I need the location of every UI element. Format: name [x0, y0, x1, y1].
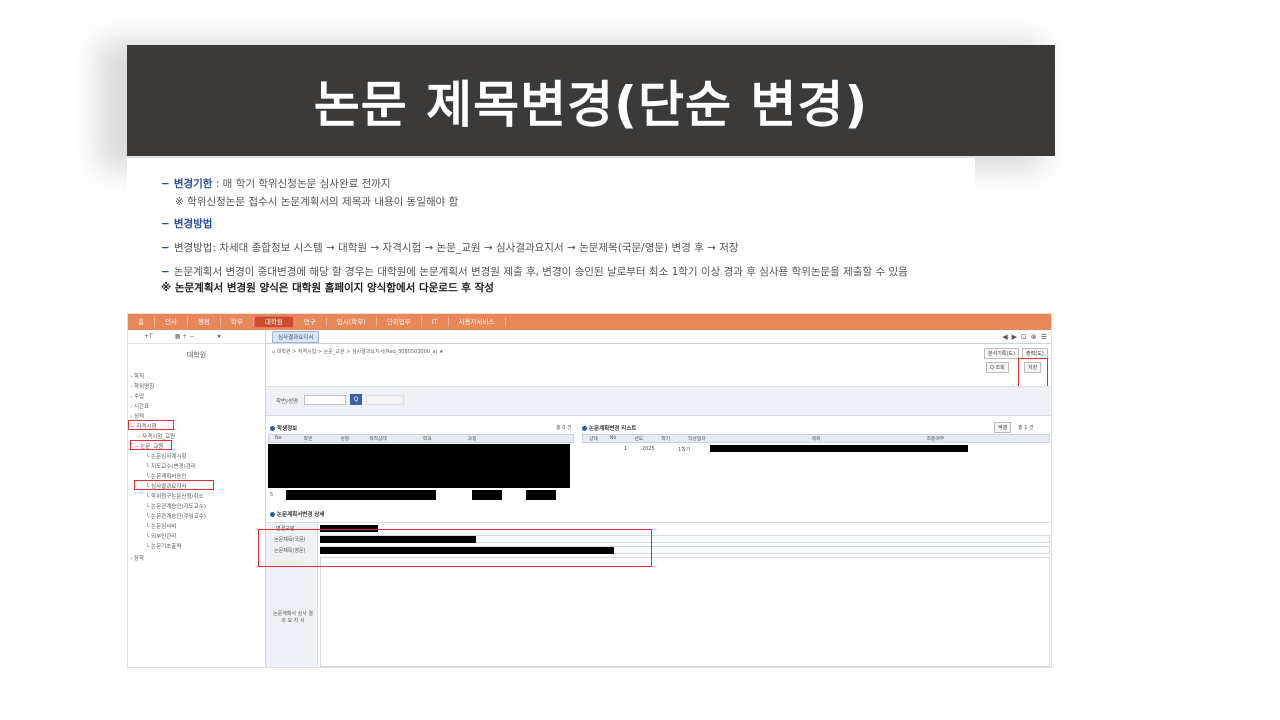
- highlight-qualifying-exam: [128, 420, 174, 430]
- tree-expand-button[interactable]: ▦ + −: [175, 333, 195, 340]
- redacted-student-row: [286, 490, 436, 500]
- col-student-id: 학번: [303, 437, 313, 442]
- tree-item-thesis-exam[interactable]: └ 논문심사계시험: [146, 452, 186, 460]
- breadcrumb: ⌂ 대학원 > 자격시험 > 논문_교원 > 심사결과요지서(Req_30805…: [272, 349, 444, 355]
- plan-row-year: 2025: [642, 446, 655, 452]
- highlight-review-summary: [134, 480, 214, 490]
- note-deadline: − 변경기한 : 매 학기 학위신청논문 심사완료 전까지: [161, 178, 391, 190]
- search-bar: 학번/성명 Q: [266, 386, 1051, 416]
- tree-item-external[interactable]: └ 외부인관리: [146, 532, 176, 540]
- tab-bar: 심사결과요지서: [266, 330, 1051, 344]
- section-bullet-icon: [270, 426, 275, 431]
- search-input[interactable]: [304, 395, 346, 405]
- note-form-download: ※ 논문계획서 변경원 양식은 대학원 홈페이지 양식함에서 다운로드 후 작성: [161, 282, 494, 294]
- tree-item-thesis-print[interactable]: └ 논문기초출력: [146, 542, 181, 550]
- col-written-date: 작성일자: [688, 437, 706, 442]
- highlight-thesis-faculty: [130, 440, 172, 450]
- menu-undergrad[interactable]: 학부: [221, 317, 254, 327]
- tree-item-thesis-request[interactable]: └ 학위청구논문신청/취소: [146, 492, 204, 500]
- download-button[interactable]: 분석기록(도): [984, 348, 1019, 359]
- sidebar-toolbar: +T ▦ + − ★: [128, 330, 265, 344]
- redacted-student-rows: [268, 444, 570, 488]
- favorite-star-icon[interactable]: ★: [216, 333, 221, 340]
- tree-item-review-fee[interactable]: └ 논문심사비: [146, 522, 176, 530]
- col-department: 학과: [422, 437, 432, 442]
- col-status: 학적상태: [369, 437, 387, 442]
- col-final: 최종여부: [926, 437, 945, 442]
- tree-item-advisor-change[interactable]: └ 지도교수(변경)관리: [146, 462, 196, 470]
- redacted-student-cell-2: [526, 490, 556, 500]
- tree-item-degree-name[interactable]: › 학위명칭: [130, 382, 154, 390]
- menu-user-service[interactable]: 사용자서비스: [449, 317, 506, 327]
- prev-tab-icon[interactable]: ◀: [1002, 333, 1007, 341]
- top-menu: 홈 인사 행정 학부 대학원 연구 입시(학부) 단위업무 IT 사용자서비스: [128, 314, 1051, 330]
- instruction-notes: − 변경기한 : 매 학기 학위신청논문 심사완료 전까지 ※ 학위신청논문 접수…: [127, 158, 975, 298]
- plan-count: 총 1 건: [1018, 425, 1034, 431]
- plan-row-no: 1: [624, 446, 628, 452]
- plan-grid-header: 상태 No 년도 학기 작성일자 제목 최종여부: [582, 434, 1050, 443]
- highlight-title-fields: [258, 529, 652, 567]
- section-bullet-icon: [270, 512, 275, 517]
- tree-item-scholarship[interactable]: › 장학: [130, 554, 144, 562]
- close-all-icon[interactable]: ⊗: [1031, 333, 1037, 341]
- menu-research[interactable]: 연구: [294, 317, 327, 327]
- slide-title-banner: 논문 제목변경(단순 변경): [127, 45, 1055, 156]
- menu-graduate[interactable]: 대학원: [253, 316, 294, 328]
- tree-item-approval-advisor[interactable]: └ 논문관계승인(지도교수): [146, 502, 206, 510]
- next-tab-icon[interactable]: ▶: [1012, 333, 1017, 341]
- menu-home[interactable]: 홈: [128, 317, 155, 327]
- note-method-path: − 변경방법: 차세대 종합정보 시스템 → 대학원 → 자격시험 → 논문_교원…: [161, 242, 739, 254]
- review-summary-textarea[interactable]: [320, 557, 1050, 667]
- redacted-plan-row: [710, 445, 968, 452]
- menu-icon[interactable]: ☰: [1041, 333, 1047, 341]
- col-course: 과정: [467, 437, 477, 442]
- note-method-heading: − 변경방법: [161, 218, 213, 230]
- sidebar: +T ▦ + − ★ 대학원 › 학적 › 학위명칭 › 수업 › 시간표 › …: [128, 330, 266, 667]
- tree-item-qualifying-exam-faculty[interactable]: › 자격시험_교원: [138, 432, 175, 440]
- col-title: 제목: [811, 437, 821, 442]
- menu-hr[interactable]: 인사: [155, 317, 188, 327]
- note-major-change: − 논문계획서 변경이 중대변경에 해당 할 경우는 대학원에 논문계획서 변경원…: [161, 266, 908, 278]
- search-icon[interactable]: Q: [350, 394, 362, 405]
- tree-item-plan-approval[interactable]: └ 논문계획서승인: [146, 472, 186, 480]
- font-size-button[interactable]: +T: [144, 333, 153, 340]
- review-summary-side-label: 논문계획서 심사 결과 요 지 서: [273, 611, 313, 624]
- menu-unit-work[interactable]: 단위업무: [377, 317, 422, 327]
- window-controls: ◀ ▶ ⊡ ⊗ ☰: [1002, 333, 1047, 341]
- col-semester: 학기: [661, 437, 671, 442]
- excel-button[interactable]: 엑셀: [994, 422, 1012, 433]
- tree-item-classes[interactable]: › 수업: [130, 392, 144, 400]
- app-screenshot: 홈 인사 행정 학부 대학원 연구 입시(학부) 단위업무 IT 사용자서비스 …: [127, 313, 1052, 668]
- col-state: 상태: [589, 437, 598, 442]
- slide-title: 논문 제목변경(단순 변경): [313, 75, 869, 134]
- student-section-title: 학생정보: [270, 424, 297, 432]
- tree-item-grades[interactable]: › 성적: [130, 412, 144, 420]
- plan-row-semester: 1학기: [678, 447, 691, 453]
- tab-review-summary[interactable]: 심사결과요지서: [272, 330, 320, 343]
- search-button[interactable]: Q 조회: [986, 362, 1009, 373]
- main-panel: 심사결과요지서 ◀ ▶ ⊡ ⊗ ☰ ⌂ 대학원 > 자격시험 > 논문_교원 >…: [258, 330, 1051, 667]
- menu-it[interactable]: IT: [422, 317, 449, 327]
- student-row-no: 5: [270, 492, 274, 498]
- detail-section-title: 논문계획서변경 상세: [270, 510, 324, 518]
- plan-section-title: 논문계획변경 리스트: [582, 424, 636, 432]
- maximize-icon[interactable]: ⊡: [1021, 333, 1027, 341]
- search-label: 학번/성명: [276, 399, 299, 405]
- student-grid-header: No 학번 성명 학적상태 학과 과정: [268, 434, 574, 443]
- tree-item-approval-head[interactable]: └ 논문관계승인(주임교수): [146, 512, 206, 520]
- search-name-output: [366, 395, 404, 405]
- menu-admission[interactable]: 입시(학부): [327, 317, 377, 327]
- student-count: 총 0 건: [556, 425, 572, 431]
- redacted-student-cell: [472, 490, 502, 500]
- tree-item-academic-record[interactable]: › 학적: [130, 372, 144, 380]
- col-name: 성명: [340, 437, 350, 442]
- menu-admin[interactable]: 행정: [188, 317, 221, 327]
- sidebar-title: 대학원: [186, 351, 207, 359]
- tree-item-timetable[interactable]: › 시간표: [130, 402, 149, 410]
- section-bullet-icon: [582, 426, 587, 431]
- col-no: No: [275, 436, 282, 441]
- note-deadline-detail: ※ 학위신청논문 접수시 논문계획서의 제목과 내용이 동일해야 함: [175, 196, 459, 208]
- col-plan-no: No: [609, 436, 617, 441]
- col-year: 년도: [634, 437, 644, 442]
